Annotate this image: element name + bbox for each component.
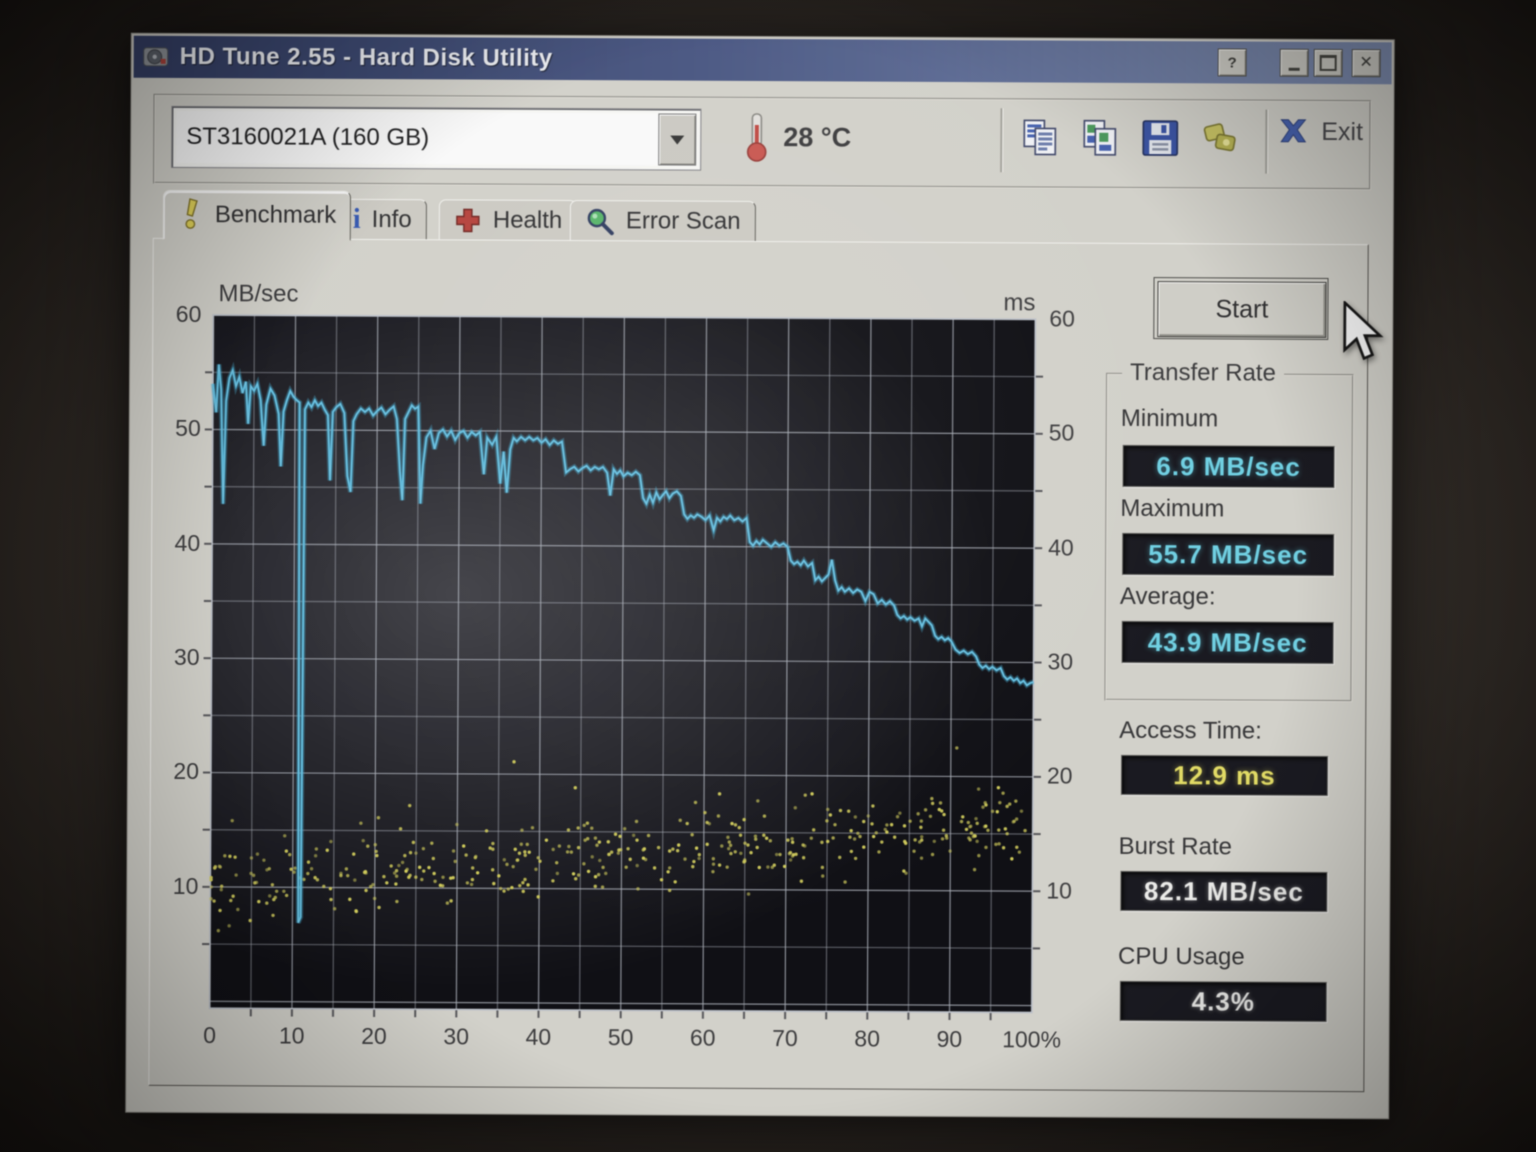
left-tick: 20 — [173, 758, 200, 785]
titlebar[interactable]: HD Tune 2.55 - Hard Disk Utility ? ✕ — [133, 35, 1392, 85]
average-value: 43.9 MB/sec — [1121, 620, 1334, 665]
right-tick: 30 — [1047, 648, 1074, 675]
magnifier-icon — [587, 208, 614, 236]
exit-button[interactable]: Exit — [1277, 116, 1363, 148]
right-tick: 40 — [1048, 534, 1074, 561]
x-tick: 80 — [854, 1025, 881, 1052]
maximize-icon — [1319, 54, 1337, 72]
burst-rate-label: Burst Rate — [1118, 832, 1233, 861]
left-tick: 60 — [175, 300, 202, 328]
x-tick: 30 — [443, 1023, 470, 1050]
drive-selector[interactable]: ST3160021A (160 GB) — [171, 105, 702, 171]
minimize-button[interactable] — [1279, 48, 1309, 77]
tab-label: Benchmark — [214, 201, 337, 229]
exit-x-icon — [1280, 119, 1307, 143]
hdtune-window: HD Tune 2.55 - Hard Disk Utility ? ✕ ST3… — [125, 32, 1395, 1120]
x-tick: 50 — [607, 1024, 634, 1051]
drive-selector-dropdown-button[interactable] — [658, 113, 697, 166]
tab-label: Error Scan — [625, 207, 741, 235]
average-label: Average: — [1119, 582, 1216, 611]
right-tick: 20 — [1046, 762, 1073, 790]
toolbar-separator — [1265, 109, 1268, 174]
tab-health[interactable]: Health — [438, 199, 578, 243]
drive-selector-value: ST3160021A (160 GB) — [176, 110, 659, 166]
left-tick: 50 — [175, 415, 201, 442]
exit-label: Exit — [1321, 117, 1364, 146]
x-tick: 100% — [1002, 1026, 1062, 1053]
x-tick: 90 — [936, 1025, 963, 1053]
copy-image-icon — [1083, 119, 1117, 156]
bolt-icon — [185, 198, 198, 229]
minimize-icon — [1288, 67, 1300, 71]
right-tick: 50 — [1048, 419, 1075, 446]
close-icon: ✕ — [1359, 54, 1373, 72]
help-button[interactable]: ? — [1217, 48, 1247, 77]
transfer-rate-title: Transfer Rate — [1121, 358, 1284, 388]
right-tick: 10 — [1046, 877, 1073, 904]
capture-icon — [1203, 123, 1236, 152]
x-tick: 0 — [203, 1022, 217, 1049]
copy-text-button[interactable] — [1017, 114, 1063, 160]
x-tick: 70 — [772, 1025, 798, 1052]
right-axis-title: ms — [1003, 289, 1036, 317]
thermometer-icon — [746, 113, 767, 162]
left-tick: 30 — [173, 643, 200, 671]
right-tick: 60 — [1049, 305, 1076, 332]
burst-rate-value: 82.1 MB/sec — [1120, 870, 1328, 912]
maximize-button[interactable] — [1313, 48, 1343, 78]
maximum-label: Maximum — [1120, 494, 1225, 523]
start-button-frame: Start — [1153, 277, 1329, 340]
save-button[interactable] — [1137, 115, 1183, 161]
save-icon — [1142, 120, 1179, 156]
toolbar: ST3160021A (160 GB) 28 °C Exit — [153, 93, 1372, 191]
minimum-label: Minimum — [1120, 404, 1219, 433]
access-time-label: Access Time: — [1119, 716, 1262, 745]
x-tick: 60 — [689, 1024, 716, 1051]
window-title: HD Tune 2.55 - Hard Disk Utility — [179, 42, 553, 72]
close-button[interactable]: ✕ — [1351, 49, 1381, 78]
x-tick: 20 — [361, 1022, 387, 1050]
copy-text-icon — [1023, 119, 1057, 156]
cpu-usage-label: CPU Usage — [1117, 942, 1245, 971]
health-cross-icon — [456, 208, 480, 233]
left-tick: 40 — [174, 529, 201, 556]
capture-button[interactable] — [1197, 115, 1243, 161]
left-axis-title: MB/sec — [218, 280, 299, 308]
mouse-cursor — [1343, 301, 1384, 361]
tab-error-scan[interactable]: Error Scan — [569, 199, 756, 243]
cpu-usage-value: 4.3% — [1119, 980, 1327, 1022]
tab-benchmark[interactable]: Benchmark — [162, 189, 352, 241]
app-icon — [143, 47, 169, 67]
benchmark-chart — [202, 314, 1044, 1021]
benchmark-panel: MB/sec ms 60 50 40 30 20 10 60 50 40 30 20 10 0 10 2… — [148, 237, 1384, 1093]
minimum-value: 6.9 MB/sec — [1122, 444, 1335, 489]
start-button[interactable]: Start — [1157, 281, 1327, 338]
copy-image-button[interactable] — [1077, 115, 1123, 161]
tab-label: Health — [492, 206, 563, 234]
left-tick: 10 — [172, 872, 199, 899]
tab-label: Info — [371, 205, 412, 234]
info-icon: i — [352, 203, 361, 235]
temperature-value: 28 °C — [783, 121, 852, 152]
x-tick: 10 — [278, 1022, 305, 1049]
tab-info[interactable]: i Info — [337, 198, 427, 242]
maximum-value: 55.7 MB/sec — [1122, 532, 1335, 577]
chevron-down-icon — [670, 135, 685, 145]
x-tick: 40 — [525, 1023, 552, 1050]
toolbar-separator — [1000, 108, 1003, 173]
access-time-value: 12.9 ms — [1120, 754, 1329, 796]
